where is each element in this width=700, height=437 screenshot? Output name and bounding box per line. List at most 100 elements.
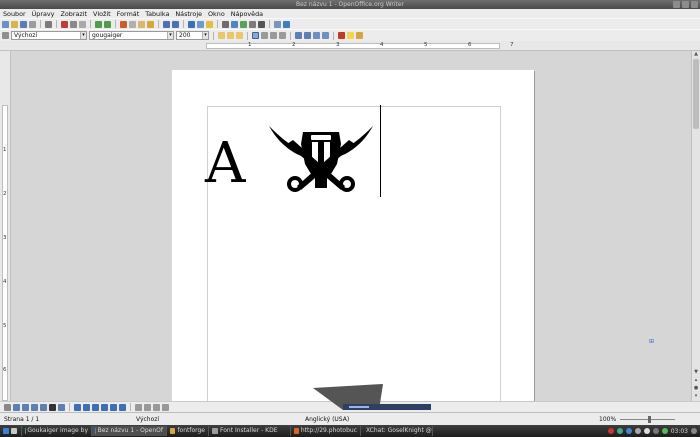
new-document-icon[interactable] — [2, 20, 9, 28]
language-indicator[interactable]: Anglický (USA) — [305, 416, 349, 423]
close-button[interactable] — [691, 1, 698, 8]
tray-app-icon[interactable] — [607, 428, 614, 434]
tray-volume-icon[interactable] — [643, 428, 650, 434]
zoom-slider-knob[interactable] — [648, 416, 651, 423]
paste-icon[interactable] — [138, 20, 145, 28]
task-photobucket[interactable]: http://29.photobuc — [291, 426, 361, 436]
document-text[interactable]: A — [205, 136, 245, 192]
increase-indent-icon[interactable] — [322, 32, 329, 39]
font-size-select[interactable]: 200 ▾ — [176, 31, 209, 40]
print-icon[interactable] — [70, 20, 77, 28]
font-name-select[interactable]: gougaiger ▾ — [89, 31, 174, 40]
callouts-icon[interactable] — [58, 403, 65, 411]
styles-formatting-icon[interactable] — [2, 32, 9, 39]
background-color-icon[interactable] — [356, 32, 363, 39]
print-preview-icon[interactable] — [79, 20, 86, 28]
edit-file-icon[interactable] — [45, 20, 52, 28]
from-file-icon[interactable] — [153, 403, 160, 411]
flowcharts-icon[interactable] — [101, 403, 108, 411]
menu-vlozit[interactable]: Vložit — [93, 10, 111, 18]
spellcheck-icon[interactable] — [95, 20, 102, 28]
scrollbar-thumb[interactable] — [693, 59, 699, 129]
justify-icon[interactable] — [279, 32, 286, 39]
scroll-down-icon[interactable]: ▼ — [693, 369, 699, 375]
menu-upravy[interactable]: Úpravy — [32, 10, 55, 18]
basic-shapes-icon[interactable] — [74, 403, 81, 411]
export-pdf-icon[interactable] — [61, 20, 68, 28]
symbol-shapes-icon[interactable] — [83, 403, 90, 411]
menu-zobrazit[interactable]: Zobrazit — [60, 10, 87, 18]
cut-icon[interactable] — [120, 20, 127, 28]
show-draw-functions-icon[interactable] — [206, 20, 213, 28]
stars-icon[interactable] — [119, 403, 126, 411]
points-icon[interactable] — [135, 403, 142, 411]
next-page-icon[interactable]: ▾ — [693, 393, 699, 399]
table-icon[interactable] — [197, 20, 204, 28]
document-page[interactable]: A — [172, 70, 534, 401]
navigator-icon[interactable] — [231, 20, 238, 28]
nonprinting-chars-icon[interactable] — [258, 20, 265, 28]
data-sources-icon[interactable] — [249, 20, 256, 28]
minimize-button[interactable] — [673, 1, 680, 8]
fontwork-icon[interactable] — [144, 403, 151, 411]
save-icon[interactable] — [20, 20, 27, 28]
tray-clipboard-icon[interactable] — [634, 428, 641, 434]
callouts-shapes-icon[interactable] — [110, 403, 117, 411]
tray-network-icon[interactable] — [616, 428, 623, 434]
tray-update-icon[interactable] — [652, 428, 659, 434]
autospell-icon[interactable] — [104, 20, 111, 28]
document-area[interactable]: A ⊞ — [11, 51, 691, 401]
underline-icon[interactable] — [236, 32, 243, 39]
italic-icon[interactable] — [227, 32, 234, 39]
align-center-icon[interactable] — [261, 32, 268, 39]
tray-chat-icon[interactable] — [625, 428, 632, 434]
align-left-icon[interactable] — [252, 32, 259, 39]
block-arrows-icon[interactable] — [92, 403, 99, 411]
redo-icon[interactable] — [172, 20, 179, 28]
navigation-icon[interactable]: ● — [693, 385, 699, 391]
menu-soubor[interactable]: Soubor — [3, 10, 26, 18]
maximize-button[interactable] — [682, 1, 689, 8]
task-xchat[interactable]: XChat: GoselKnight @ — [361, 426, 433, 436]
vertical-scrollbar[interactable]: ▲ ▼ ▴ ● ▾ — [691, 51, 700, 401]
format-paintbrush-icon[interactable] — [147, 20, 154, 28]
freeform-line-icon[interactable] — [40, 403, 47, 411]
gallery-icon[interactable] — [240, 20, 247, 28]
clock[interactable]: 03:03 — [671, 428, 688, 435]
task-fontforge[interactable]: fontforge — [167, 426, 209, 436]
email-icon[interactable] — [29, 20, 36, 28]
menu-nastroje[interactable]: Nástroje — [175, 10, 202, 18]
task-font-installer[interactable]: Font Installer - KDE — [209, 426, 291, 436]
tray-battery-icon[interactable] — [661, 428, 668, 434]
rectangle-icon[interactable] — [22, 403, 29, 411]
menu-format[interactable]: Formát — [117, 10, 140, 18]
help-icon[interactable] — [283, 20, 290, 28]
undo-icon[interactable] — [163, 20, 170, 28]
text-icon[interactable] — [49, 403, 56, 411]
highlighting-icon[interactable] — [347, 32, 354, 39]
task-writer-document[interactable]: Bez názvu 1 - OpenOf — [92, 426, 167, 436]
select-arrow-icon[interactable] — [4, 403, 11, 411]
open-folder-icon[interactable] — [11, 20, 18, 28]
align-right-icon[interactable] — [270, 32, 277, 39]
ellipse-icon[interactable] — [31, 403, 38, 411]
page-style-indicator[interactable]: Výchozí — [136, 416, 159, 423]
menu-tabulka[interactable]: Tabulka — [145, 10, 169, 18]
horizontal-ruler[interactable]: 1 2 3 4 5 6 7 — [0, 41, 700, 51]
tray-settings-icon[interactable] — [691, 428, 697, 434]
copy-icon[interactable] — [129, 20, 136, 28]
zoom-value[interactable]: 100% — [599, 416, 616, 423]
bold-icon[interactable] — [218, 32, 225, 39]
extrusion-icon[interactable] — [162, 403, 169, 411]
pirate-skull-crossed-swords-icon[interactable] — [267, 124, 375, 194]
decrease-indent-icon[interactable] — [313, 32, 320, 39]
scroll-up-icon[interactable]: ▲ — [693, 51, 699, 57]
previous-page-icon[interactable]: ▴ — [693, 377, 699, 383]
floating-toolbar-window[interactable] — [313, 384, 433, 410]
line-icon[interactable] — [13, 403, 20, 411]
menu-napoveda[interactable]: Nápověda — [231, 10, 263, 18]
paragraph-style-select[interactable]: Výchozí ▾ — [11, 31, 87, 40]
page-indicator[interactable]: Strana 1 / 1 — [4, 416, 39, 423]
find-replace-icon[interactable] — [222, 20, 229, 28]
bullets-icon[interactable] — [304, 32, 311, 39]
